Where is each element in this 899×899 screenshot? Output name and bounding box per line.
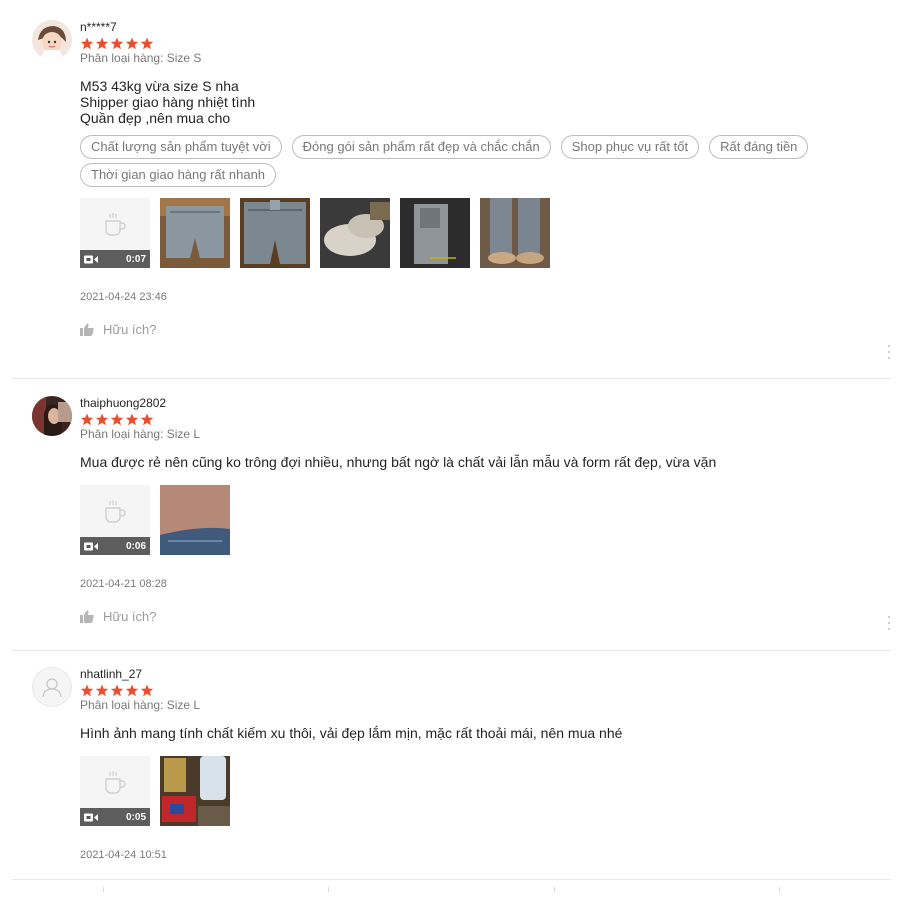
star-icon	[125, 413, 139, 426]
review-divider	[12, 650, 891, 651]
star-icon	[95, 413, 109, 426]
separator-tick	[328, 887, 329, 892]
review-photo[interactable]	[160, 756, 230, 826]
product-variation: Phân loại hàng: Size L	[80, 698, 201, 712]
reviewer-username[interactable]: nhatlinh_27	[80, 667, 899, 681]
review-media: 0:05	[80, 756, 899, 826]
star-icon	[95, 37, 109, 50]
review-tags: Chất lượng sản phẩm tuyệt vời Đóng gói s…	[80, 135, 860, 187]
review-photo[interactable]	[480, 198, 550, 268]
video-duration-bar: 0:05	[80, 808, 150, 826]
review-time: 2021-04-24 23:46	[80, 291, 167, 303]
review-comment: Hình ảnh mang tính chất kiếm xu thôi, vả…	[80, 725, 623, 741]
comment-line: M53 43kg vừa size S nha	[80, 78, 239, 94]
avatar[interactable]	[32, 20, 72, 60]
video-thumbnail[interactable]: 0:07	[80, 198, 150, 268]
avatar[interactable]	[32, 396, 72, 436]
star-icon	[140, 37, 154, 50]
rating-stars	[80, 37, 899, 50]
rating-stars	[80, 684, 899, 697]
thumbs-up-icon	[80, 323, 94, 336]
reviewer-username[interactable]: thaiphuong2802	[80, 396, 899, 410]
review-divider	[12, 378, 891, 379]
review-tag[interactable]: Rất đáng tiền	[709, 135, 809, 159]
star-icon	[80, 37, 94, 50]
star-icon	[95, 684, 109, 697]
more-options-icon[interactable]	[887, 345, 891, 359]
review-divider	[12, 879, 891, 880]
review-photo[interactable]	[160, 485, 230, 555]
more-options-icon[interactable]	[887, 616, 891, 630]
review-photo[interactable]	[160, 198, 230, 268]
star-icon	[125, 37, 139, 50]
thumbs-up-icon	[80, 610, 94, 623]
helpful-button[interactable]: Hữu ích?	[80, 322, 170, 337]
video-duration-bar: 0:07	[80, 250, 150, 268]
video-duration: 0:06	[125, 540, 146, 552]
review-comment: M53 43kg vừa size S nha Shipper giao hàn…	[80, 78, 899, 126]
helpful-label: Hữu ích?	[103, 322, 157, 337]
review-tag[interactable]: Đóng gói sản phẩm rất đẹp và chắc chắn	[291, 135, 551, 159]
review-media: 0:07	[80, 198, 899, 268]
video-placeholder-icon	[105, 500, 126, 523]
review-tag[interactable]: Shop phục vụ rất tốt	[560, 135, 700, 159]
video-thumbnail[interactable]: 0:06	[80, 485, 150, 555]
star-icon	[140, 413, 154, 426]
video-duration: 0:05	[125, 811, 146, 823]
product-variation: Phân loại hàng: Size L	[80, 427, 201, 441]
review-time: 2021-04-24 10:51	[80, 849, 167, 861]
video-duration: 0:07	[125, 253, 146, 265]
video-camera-icon	[84, 255, 98, 263]
reviewer-username[interactable]: n*****7	[80, 20, 899, 34]
comment-line: Quần đẹp ,nên mua cho	[80, 110, 231, 126]
helpful-label: Hữu ích?	[103, 609, 157, 624]
product-reviews-list: n*****7 Phân loại hàng: Size S M53 43kg …	[0, 0, 899, 899]
video-thumbnail[interactable]: 0:05	[80, 756, 150, 826]
comment-line: Shipper giao hàng nhiệt tình	[80, 94, 256, 110]
video-camera-icon	[84, 542, 98, 550]
product-variation: Phân loại hàng: Size S	[80, 51, 202, 65]
separator-tick	[779, 887, 780, 892]
review-photo[interactable]	[400, 198, 470, 268]
star-icon	[125, 684, 139, 697]
separator-tick	[103, 887, 104, 892]
rating-stars	[80, 413, 899, 426]
review-photo[interactable]	[240, 198, 310, 268]
separator-tick	[554, 887, 555, 892]
review-comment: Mua được rẻ nên cũng ko trông đợi nhiều,…	[80, 454, 717, 470]
video-duration-bar: 0:06	[80, 537, 150, 555]
star-icon	[80, 684, 94, 697]
star-icon	[80, 413, 94, 426]
star-icon	[110, 684, 124, 697]
star-icon	[110, 413, 124, 426]
avatar[interactable]	[32, 667, 72, 707]
review-tag[interactable]: Chất lượng sản phẩm tuyệt vời	[80, 135, 282, 159]
review-media: 0:06	[80, 485, 899, 555]
video-camera-icon	[84, 813, 98, 821]
video-placeholder-icon	[105, 771, 126, 794]
default-user-icon	[42, 678, 62, 698]
star-icon	[140, 684, 154, 697]
review-photo[interactable]	[320, 198, 390, 268]
helpful-button[interactable]: Hữu ích?	[80, 609, 170, 624]
video-placeholder-icon	[105, 213, 126, 236]
review-tag[interactable]: Thời gian giao hàng rất nhanh	[80, 163, 277, 187]
star-icon	[110, 37, 124, 50]
review-time: 2021-04-21 08:28	[80, 578, 167, 590]
